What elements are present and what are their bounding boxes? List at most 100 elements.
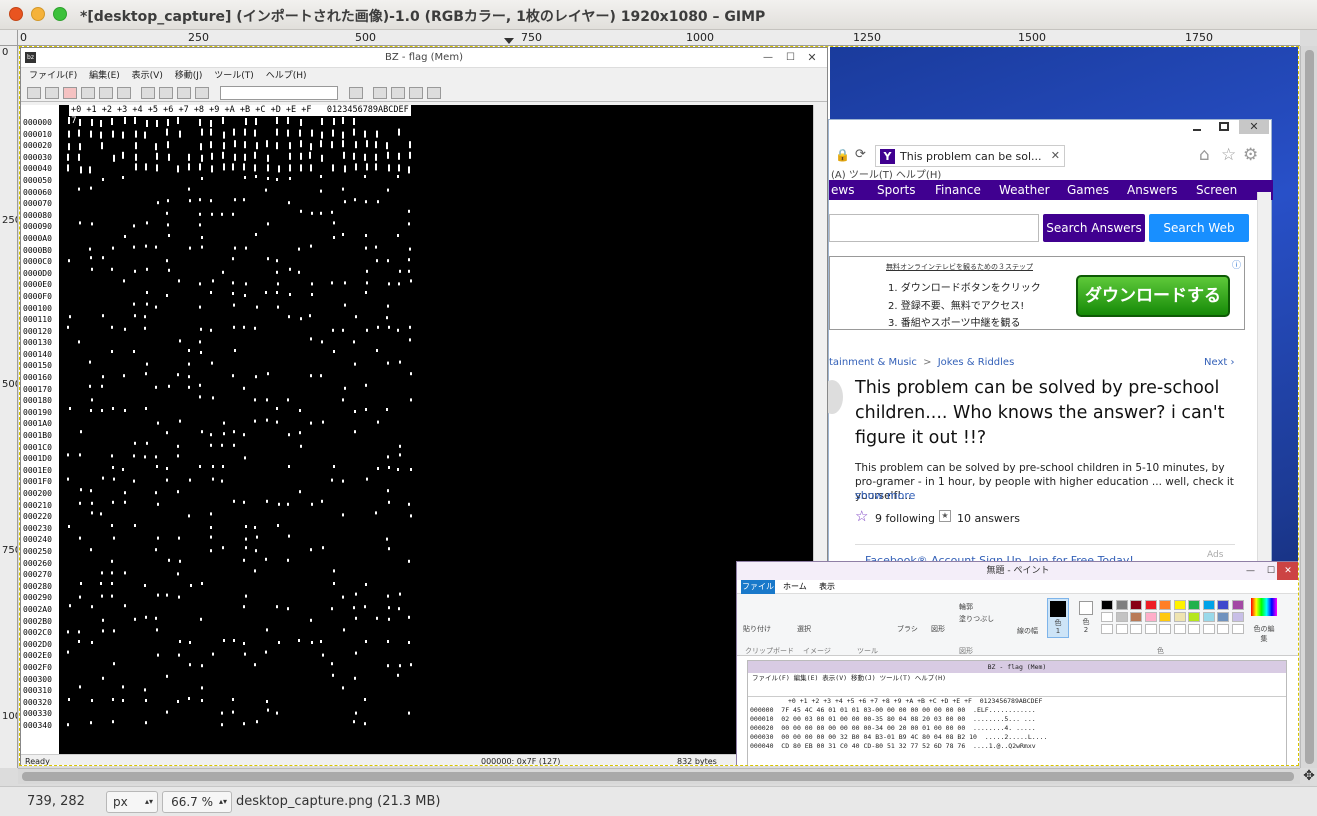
palette-swatch[interactable] (1202, 624, 1215, 634)
minimize-icon[interactable] (1193, 129, 1201, 131)
search-input[interactable] (829, 214, 1039, 242)
close-icon[interactable]: ✕ (1239, 120, 1269, 134)
tab-view[interactable]: 表示 (819, 580, 835, 594)
maximize-window-button[interactable] (53, 7, 67, 21)
ruler-corner[interactable] (0, 30, 18, 46)
nav-news[interactable]: ews (831, 180, 854, 200)
palette-swatch[interactable] (1144, 624, 1157, 634)
paste-label[interactable]: 貼り付け (743, 624, 771, 634)
settings-gear-icon[interactable]: ⚙ (1243, 145, 1258, 165)
palette-swatch[interactable] (1130, 600, 1142, 610)
palette-swatch[interactable] (1159, 612, 1171, 622)
outline-label[interactable]: 輪郭 (959, 602, 973, 612)
answers-count[interactable]: 10 answers (957, 512, 1020, 525)
menu-jump[interactable]: 移動(J) (175, 71, 203, 81)
palette-swatch[interactable] (1173, 624, 1186, 634)
palette-swatch[interactable] (1115, 612, 1128, 622)
nav-sports[interactable]: Sports (877, 180, 915, 200)
home-icon[interactable]: ⌂ (1199, 145, 1210, 165)
zoom-select[interactable]: 66.7 % ▴▾ (162, 791, 232, 813)
fill-label[interactable]: 塗りつぶし (959, 614, 994, 624)
palette-swatch[interactable] (1144, 600, 1157, 610)
nav-answers[interactable]: Answers (1127, 180, 1177, 200)
palette-swatch[interactable] (1144, 612, 1157, 622)
find-icon[interactable] (349, 87, 364, 99)
vertical-scroll-thumb[interactable] (1305, 50, 1314, 764)
edit-colors-icon[interactable] (1251, 598, 1277, 616)
undo-icon[interactable] (391, 87, 406, 99)
image-canvas[interactable]: ✕ 🔒 ⟳ Y This problem can be sol... ✕ ⌂ ☆… (19, 46, 1299, 766)
palette-swatch[interactable] (1188, 612, 1200, 622)
view-split-icon[interactable] (159, 87, 173, 99)
menu-help[interactable]: ヘルプ(H) (266, 71, 307, 81)
palette-swatch[interactable] (1101, 624, 1113, 634)
menu-tools[interactable]: ツール(T) (214, 71, 254, 81)
nav-finance[interactable]: Finance (935, 180, 981, 200)
nav-screen[interactable]: Screen (1196, 180, 1237, 200)
palette-swatch[interactable] (1159, 600, 1171, 610)
view-horizontal-icon[interactable] (177, 87, 191, 99)
color1-selector[interactable]: 色 1 (1047, 598, 1069, 638)
vertical-ruler[interactable]: 0 250 500 750 1000 (0, 46, 18, 768)
horizontal-scrollbar[interactable] (18, 768, 1300, 784)
star-outline-icon[interactable]: ☆ (855, 507, 868, 525)
shape-label[interactable]: 図形 (931, 624, 945, 634)
select-label[interactable]: 選択 (797, 624, 811, 634)
ad-download-button[interactable]: ダウンロードする (1076, 275, 1230, 317)
tab-file[interactable]: ファイル (741, 580, 775, 594)
next-link[interactable]: Next › (1204, 357, 1234, 368)
navigate-icon[interactable]: ✥ (1302, 768, 1316, 784)
view-single-icon[interactable] (141, 87, 155, 99)
maximize-icon[interactable]: ☐ (1267, 562, 1275, 580)
breadcrumb-category[interactable]: tainment & Music (829, 357, 917, 368)
menu-view[interactable]: 表示(V) (132, 71, 163, 81)
close-window-button[interactable] (9, 7, 23, 21)
maximize-icon[interactable] (1219, 122, 1229, 131)
browser-scrollbar[interactable] (1257, 192, 1271, 580)
browser-menu[interactable]: (A) ツール(T) ヘルプ(H) (831, 166, 941, 181)
palette-swatch[interactable] (1202, 612, 1215, 622)
palette-swatch[interactable] (1101, 612, 1113, 622)
readonly-icon[interactable] (63, 87, 77, 99)
tab-home[interactable]: ホーム (783, 580, 807, 594)
palette-swatch[interactable] (1231, 612, 1244, 622)
horizontal-scroll-thumb[interactable] (22, 772, 1294, 781)
minimize-window-button[interactable] (31, 7, 45, 21)
color2-selector[interactable]: 色 2 (1075, 598, 1097, 638)
brush-label[interactable]: ブラシ (897, 624, 918, 634)
following-count[interactable]: 9 following (875, 512, 935, 525)
open-icon[interactable] (27, 87, 41, 99)
unit-select[interactable]: px ▴▾ (106, 791, 158, 813)
nav-weather[interactable]: Weather (999, 180, 1050, 200)
palette-swatch[interactable] (1231, 624, 1244, 634)
bottom-icon[interactable] (427, 87, 442, 99)
menu-edit[interactable]: 編集(E) (89, 71, 120, 81)
palette-swatch[interactable] (1202, 600, 1215, 610)
palette-swatch[interactable] (1217, 600, 1229, 610)
palette-swatch[interactable] (1188, 624, 1200, 634)
show-more-link[interactable]: show more (855, 489, 915, 502)
minimize-icon[interactable]: — (763, 48, 773, 68)
palette-swatch[interactable] (1115, 624, 1128, 634)
tab-close-icon[interactable]: ✕ (1051, 149, 1060, 162)
palette-swatch[interactable] (1115, 600, 1128, 610)
paste-icon[interactable] (117, 87, 131, 99)
ad-banner[interactable]: 無料オンラインテレビを観るための３ステップ 1. ダウンロードボタンをクリック … (829, 256, 1245, 330)
nav-games[interactable]: Games (1067, 180, 1109, 200)
jump-icon[interactable] (373, 87, 388, 99)
palette-swatch[interactable] (1159, 624, 1171, 634)
palette-swatch[interactable] (1101, 600, 1113, 610)
close-icon[interactable]: ✕ (1277, 562, 1298, 580)
horizontal-ruler[interactable]: 0 250 500 750 1000 1250 1500 1750 (18, 30, 1300, 46)
maximize-icon[interactable]: ☐ (786, 48, 795, 68)
breadcrumb-subcategory[interactable]: Jokes & Riddles (938, 357, 1015, 368)
refresh-icon[interactable]: ⟳ (855, 147, 866, 162)
palette-swatch[interactable] (1130, 624, 1142, 634)
edit-colors-label[interactable]: 色の編集 (1251, 624, 1277, 644)
hex-view[interactable]: 000000 000010 000020 000030 000040 000050 0000… (21, 105, 815, 754)
palette-swatch[interactable] (1231, 600, 1244, 610)
search-answers-button[interactable]: Search Answers (1043, 214, 1145, 242)
minimize-icon[interactable]: — (1246, 562, 1255, 580)
copy-icon[interactable] (99, 87, 113, 99)
favorites-star-icon[interactable]: ☆ (1221, 145, 1236, 165)
